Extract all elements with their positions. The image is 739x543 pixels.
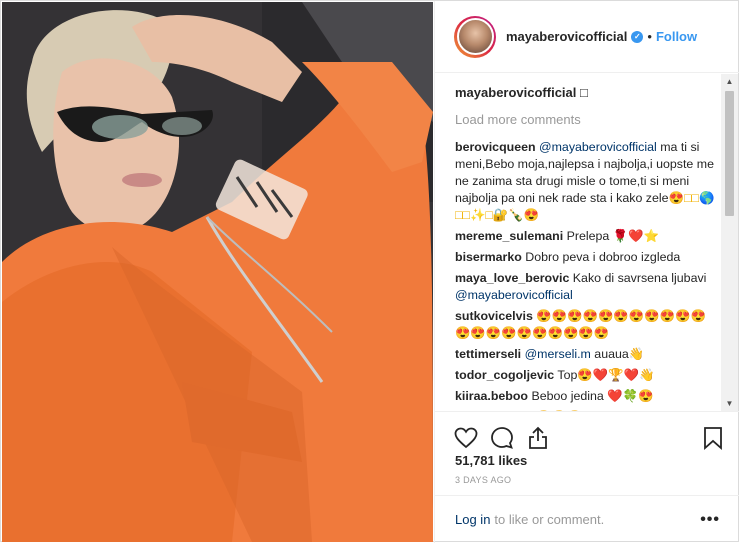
comment-item: mereme_sulemani Prelepa 🌹❤️⭐ [455,228,720,245]
header-dot: • [647,29,652,44]
comment-text: Top [557,368,578,382]
more-options-icon[interactable]: ••• [700,511,720,529]
comment-username[interactable]: bisermarko [455,250,522,264]
comment-text: auaua [590,347,629,361]
caption: mayaberovicofficial □ [455,84,720,102]
caption-username[interactable]: mayaberovicofficial [455,85,576,100]
photo-illustration [2,2,433,542]
scroll-down-arrow-icon[interactable]: ▼ [721,396,738,411]
instagram-post: mayaberovicofficial ✓ • Follow mayaberov… [0,0,739,543]
comment-text: Kako di savrsena ljubavi [572,271,707,285]
login-suffix-text: to like or comment. [494,512,605,527]
verified-badge-icon: ✓ [631,30,644,43]
avatar[interactable] [454,15,496,58]
bookmark-icon [704,426,722,450]
comments-list[interactable]: mayaberovicofficial □ Load more comments… [435,74,739,411]
action-bar [435,411,739,455]
heart-icon [454,427,478,448]
likes-count[interactable]: 51,781 likes [455,453,527,468]
comment-item: sutkovicelvis 😍😍😍😍😍😍😍😍😍😍😍😍😍😍😍😍😍😍😍😍😍 [455,308,720,342]
post-date[interactable]: 3 days ago [455,475,511,485]
comment-text: Prelepa [566,229,613,243]
avatar-image [456,18,494,55]
comment-mention[interactable]: @merseli.m [525,347,591,361]
header-username[interactable]: mayaberovicofficial [506,29,627,44]
comment-username[interactable]: tettimerseli [455,347,521,361]
comment-emoji: ❤️🍀😍 [607,389,654,403]
scrollbar-thumb[interactable] [725,91,734,216]
comment-text: Dobro peva i dobroo izgleda [525,250,681,264]
comment-item: kiiraa.beboo Beboo jedina ❤️🍀😍 [455,388,720,405]
share-button[interactable] [525,425,551,451]
comment-mention[interactable]: @mayaberovicofficial [539,140,657,154]
comment-username[interactable]: sutkovicelvis [455,309,533,323]
comment-item: berovicqueen @mayaberovicofficial ma ti … [455,139,720,224]
caption-text: □ [580,85,588,100]
comment-button[interactable] [489,425,515,451]
comment-item: maya_love_berovic Kako di savrsena ljuba… [455,270,720,304]
post-header: mayaberovicofficial ✓ • Follow [435,1,739,73]
load-more-comments-button[interactable]: Load more comments [455,112,720,127]
comment-emoji: 👋 [628,347,645,361]
comment-emoji: 😍❤️🏆❤️👋 [577,368,655,382]
share-icon [529,426,547,449]
comment-username[interactable]: mereme_sulemani [455,229,563,243]
post-photo[interactable] [2,2,433,542]
comments-scrollbar[interactable]: ▲ ▼ [721,74,738,411]
comment-username[interactable]: berovicqueen [455,140,536,154]
comment-username[interactable]: maya_love_berovic [455,271,569,285]
comment-icon [491,426,513,449]
comment-item: tettimerseli @merseli.m auaua👋 [455,346,720,363]
follow-button[interactable]: Follow [656,29,697,44]
comment-username[interactable]: todor_cogoljevic [455,368,554,382]
comment-text: Beboo jedina [531,389,608,403]
login-link[interactable]: Log in [455,512,490,527]
scroll-up-arrow-icon[interactable]: ▲ [721,74,738,89]
comment-item: bisermarko Dobro peva i dobroo izgleda [455,249,720,266]
login-footer: Log in to like or comment. ••• [435,495,739,543]
comment-emoji: 🌹❤️⭐ [612,229,660,243]
like-button[interactable] [453,425,479,451]
comment-mention[interactable]: @mayaberovicofficial [455,288,573,302]
comment-item: todor_cogoljevic Top😍❤️🏆❤️👋 [455,367,720,384]
comment-username[interactable]: kiiraa.beboo [455,389,528,403]
save-button[interactable] [700,425,726,451]
post-side-panel: mayaberovicofficial ✓ • Follow mayaberov… [434,1,739,543]
